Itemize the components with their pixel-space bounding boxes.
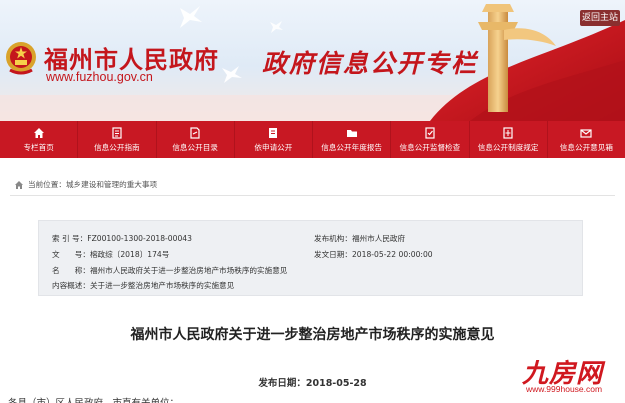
nav-item-label: 专栏首页 <box>23 142 54 152</box>
meta-summary-value: 关于进一步整治房地产市场秩序的实施意见 <box>89 281 235 290</box>
nav-item-annual-report[interactable]: 信息公开年度报告 <box>313 121 392 158</box>
catalog-icon <box>190 126 200 139</box>
inspection-icon <box>425 126 435 139</box>
site-logo[interactable]: 福州市人民政府 www.fuzhou.gov.cn <box>4 34 218 90</box>
article-body-first-line: 各县（市）区人民政府，市直有关单位： <box>8 395 179 403</box>
nav-item-home[interactable]: 专栏首页 <box>0 121 79 158</box>
nav-item-regulation[interactable]: 信息公开制度规定 <box>470 121 548 158</box>
site-url: www.fuzhou.gov.cn <box>46 70 153 84</box>
meta-docno-value: 榕政综〔2018〕174号 <box>89 250 170 259</box>
breadcrumb: 当前位置： 城乡建设和管理的重大事项 <box>14 179 157 190</box>
article-title: 福州市人民政府关于进一步整治房地产市场秩序的实施意见 <box>130 327 495 343</box>
breadcrumb-prefix: 当前位置： <box>28 180 66 189</box>
meta-name-value: 福州市人民政府关于进一步整治房地产市场秩序的实施意见 <box>89 266 288 275</box>
meta-issuer: 发布机构：福州市人民政府 <box>314 233 405 244</box>
meta-docno-label: 文 号： <box>52 250 90 259</box>
nav-item-label: 信息公开目录 <box>172 142 218 152</box>
meta-issuer-value: 福州市人民政府 <box>351 234 406 243</box>
nav-item-label: 信息公开监督检查 <box>399 142 461 152</box>
nav-item-apply[interactable]: 依申请公开 <box>235 121 313 158</box>
meta-date-value: 2018-05-22 00:00:00 <box>351 250 433 259</box>
regulation-icon <box>503 126 513 139</box>
nav-item-label: 信息公开指南 <box>94 142 140 152</box>
home-icon <box>33 127 44 138</box>
watermark-logo: 九房网 www.999house.com <box>518 353 618 401</box>
nav-item-label: 依申请公开 <box>254 142 293 152</box>
guide-book-icon <box>112 126 122 139</box>
folder-icon <box>346 129 357 137</box>
nav-item-inspection[interactable]: 信息公开监督检查 <box>391 121 470 158</box>
nav-item-mailbox[interactable]: 信息公开意见箱 <box>548 121 625 158</box>
header-banner: 福州市人民政府 www.fuzhou.gov.cn 政府信息公开专栏 返回主站 <box>0 0 625 121</box>
nav-item-catalog[interactable]: 信息公开目录 <box>157 121 235 158</box>
meta-index: 索 引 号：FZ00100-1300-2018-00043 <box>52 233 192 244</box>
national-emblem-icon <box>6 42 36 75</box>
breadcrumb-link[interactable]: 城乡建设和管理的重大事项 <box>66 179 157 190</box>
nav-item-label: 信息公开制度规定 <box>477 142 539 152</box>
home-icon <box>15 180 23 189</box>
nav-item-label: 信息公开意见箱 <box>559 142 613 152</box>
meta-issuer-label: 发布机构： <box>314 234 352 243</box>
nav-item-guide[interactable]: 信息公开指南 <box>78 121 157 158</box>
document-icon <box>269 127 278 138</box>
nav-item-label: 信息公开年度报告 <box>321 142 382 152</box>
meta-date-label: 发文日期： <box>314 250 352 259</box>
watermark-url: www.999house.com <box>526 384 603 394</box>
meta-docno: 文 号：榕政综〔2018〕174号 <box>52 249 169 260</box>
meta-name: 名 称：福州市人民政府关于进一步整治房地产市场秩序的实施意见 <box>52 265 287 276</box>
main-nav: 专栏首页 信息公开指南 信息公开目录 依申请公开 信息公开年度报告 信息公开监督… <box>0 121 625 158</box>
meta-index-label: 索 引 号： <box>52 234 88 243</box>
back-home-button[interactable]: 返回主站 <box>580 10 620 26</box>
meta-index-value: FZ00100-1300-2018-00043 <box>87 234 192 243</box>
meta-summary: 内容概述：关于进一步整治房地产市场秩序的实施意见 <box>52 280 234 291</box>
divider <box>10 195 615 196</box>
meta-name-label: 名 称： <box>52 266 90 275</box>
meta-date: 发文日期：2018-05-22 00:00:00 <box>314 249 433 260</box>
banner-slogan: 政府信息公开专栏 <box>262 49 479 78</box>
meta-summary-label: 内容概述： <box>52 281 90 290</box>
document-metadata-box: 索 引 号：FZ00100-1300-2018-00043 发布机构：福州市人民… <box>38 220 583 296</box>
mailbox-icon <box>580 128 592 138</box>
